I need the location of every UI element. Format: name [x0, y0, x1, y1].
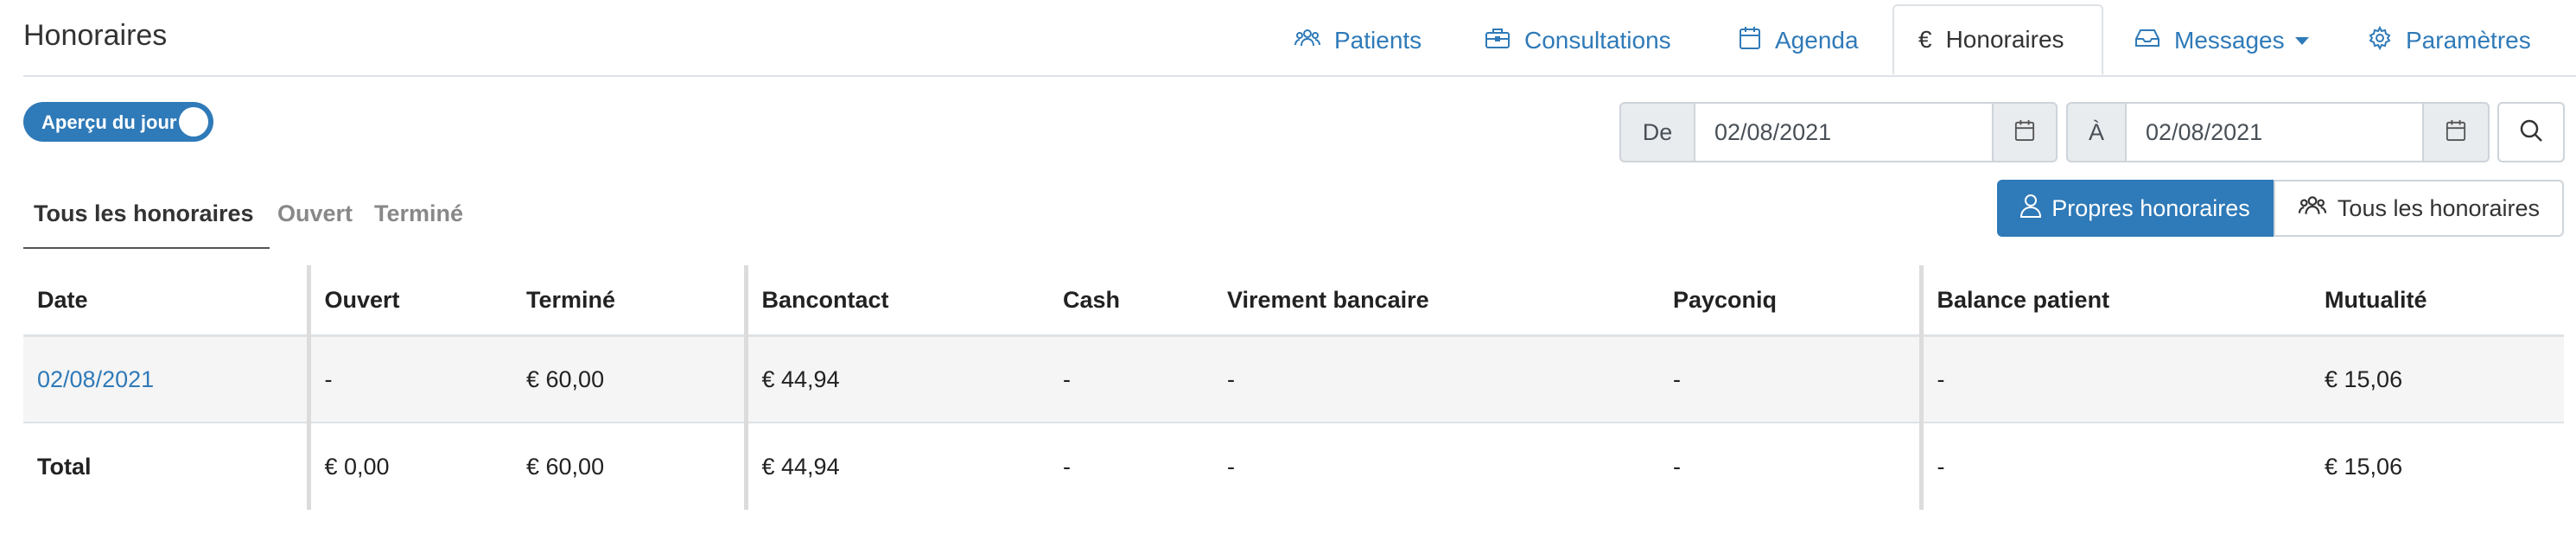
all-fees-button[interactable]: Tous les honoraires — [2274, 180, 2564, 237]
euro-icon: € — [1918, 26, 1932, 53]
col-mutuality[interactable]: Mutualité — [2311, 265, 2564, 337]
table-header-row: Date Ouvert Terminé Bancontact Cash Vire… — [23, 265, 2564, 337]
col-patient-balance[interactable]: Balance patient — [1918, 265, 2311, 337]
from-date-input[interactable]: 02/08/2021 — [1694, 102, 1994, 162]
tab-label: Honoraires — [1945, 26, 2064, 53]
to-date-input[interactable]: 02/08/2021 — [2125, 102, 2424, 162]
col-cash[interactable]: Cash — [1049, 265, 1213, 337]
total-done: € 60,00 — [512, 423, 746, 510]
page-title: Honoraires — [23, 19, 168, 52]
from-calendar-button[interactable] — [1992, 102, 2058, 162]
tab-consultations[interactable]: Consultations — [1485, 5, 1671, 76]
col-open[interactable]: Ouvert — [306, 265, 512, 337]
total-payconiq: - — [1659, 423, 1921, 510]
subtab-all[interactable]: Tous les honoraires — [34, 200, 254, 227]
from-label: De — [1619, 102, 1695, 162]
toggle-knob — [179, 107, 208, 137]
calendar-icon — [2014, 119, 2035, 146]
col-bank-transfer[interactable]: Virement bancaire — [1213, 265, 1659, 337]
briefcase-icon — [1485, 27, 1511, 55]
cell-mutuality: € 15,06 — [2311, 335, 2564, 423]
tab-parametres[interactable]: Paramètres — [2368, 5, 2531, 76]
tab-label: Patients — [1334, 27, 1422, 54]
own-fees-label: Propres honoraires — [2051, 194, 2250, 221]
subtab-open[interactable]: Ouvert — [277, 200, 353, 227]
date-link[interactable]: 02/08/2021 — [23, 335, 308, 423]
tabs-divider — [23, 75, 2576, 77]
all-fees-label: Tous les honoraires — [2337, 194, 2541, 221]
cell-done: € 60,00 — [512, 335, 746, 423]
tab-label: Agenda — [1775, 27, 1859, 54]
fees-table: Date Ouvert Terminé Bancontact Cash Vire… — [23, 265, 2564, 510]
table-total-row: Total € 0,00 € 60,00 € 44,94 - - - - € 1… — [23, 423, 2564, 510]
total-bank-transfer: - — [1213, 423, 1659, 510]
col-date[interactable]: Date — [23, 265, 308, 337]
search-icon — [2519, 118, 2543, 147]
cell-bancontact: € 44,94 — [743, 335, 1049, 423]
calendar-icon — [1739, 26, 1761, 56]
search-button[interactable] — [2497, 102, 2565, 162]
total-patient-balance: - — [1918, 423, 2311, 510]
daily-overview-toggle[interactable]: Aperçu du jour — [23, 102, 213, 142]
users-icon — [2298, 194, 2327, 224]
col-payconiq[interactable]: Payconiq — [1659, 265, 1921, 337]
tab-label: Consultations — [1524, 27, 1671, 54]
total-cash: - — [1049, 423, 1213, 510]
to-label: À — [2066, 102, 2127, 162]
total-label: Total — [23, 423, 308, 510]
user-icon — [2020, 194, 2042, 224]
inbox-icon — [2134, 27, 2160, 54]
tab-label: Messages — [2174, 27, 2285, 54]
cell-patient-balance: - — [1918, 335, 2311, 423]
col-done[interactable]: Terminé — [512, 265, 746, 337]
own-fees-button[interactable]: Propres honoraires — [1997, 180, 2274, 237]
chevron-down-icon — [2294, 36, 2309, 45]
total-mutuality: € 15,06 — [2311, 423, 2564, 510]
users-icon — [1294, 27, 1320, 55]
toggle-label: Aperçu du jour — [41, 111, 177, 133]
cell-bank-transfer: - — [1213, 335, 1659, 423]
calendar-icon — [2446, 119, 2466, 146]
total-bancontact: € 44,94 — [743, 423, 1049, 510]
subtab-done[interactable]: Terminé — [374, 200, 463, 227]
cell-open: - — [306, 335, 512, 423]
subtab-underline — [23, 247, 270, 249]
gear-icon — [2368, 25, 2392, 56]
tab-honoraires[interactable]: € Honoraires — [1892, 4, 2103, 75]
col-bancontact[interactable]: Bancontact — [743, 265, 1049, 337]
table-row: 02/08/2021 - € 60,00 € 44,94 - - - - € 1… — [23, 335, 2564, 423]
cell-cash: - — [1049, 335, 1213, 423]
total-open: € 0,00 — [306, 423, 512, 510]
cell-payconiq: - — [1659, 335, 1921, 423]
tab-agenda[interactable]: Agenda — [1739, 5, 1859, 76]
tab-patients[interactable]: Patients — [1294, 5, 1422, 76]
tab-label: Paramètres — [2406, 27, 2531, 54]
to-calendar-button[interactable] — [2422, 102, 2490, 162]
tab-messages[interactable]: Messages — [2134, 5, 2309, 76]
